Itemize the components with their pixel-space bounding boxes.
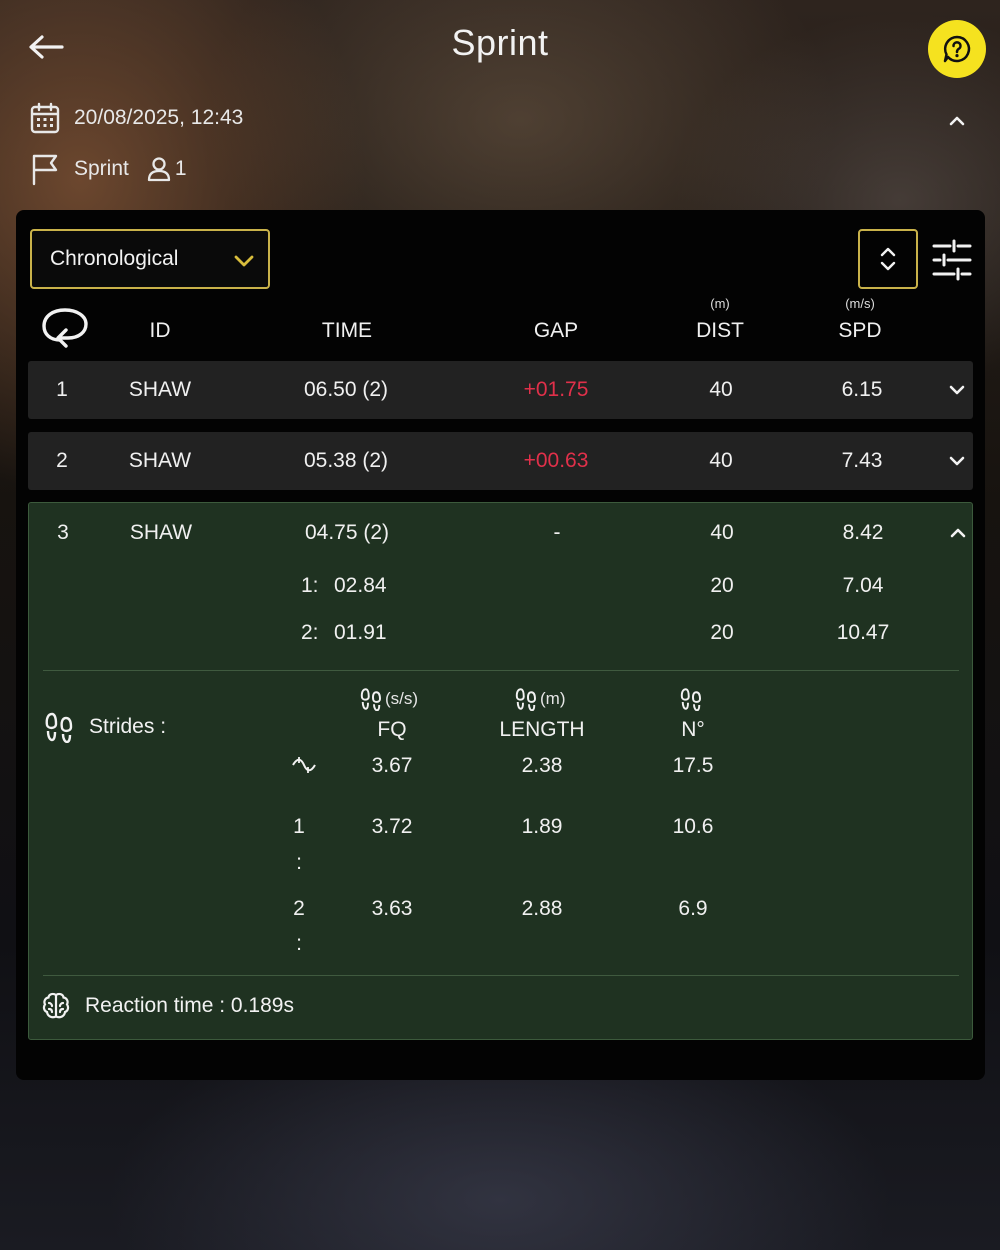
help-chat-button[interactable] bbox=[928, 20, 986, 78]
length-unit-text: (m) bbox=[540, 689, 566, 708]
stride-split-colon: : bbox=[296, 932, 302, 955]
row-time: 06.50 (2) bbox=[303, 378, 389, 401]
chevron-down-icon[interactable] bbox=[946, 379, 968, 401]
session-date-row: 20/08/2025, 12:43 bbox=[30, 102, 243, 134]
length-unit: (m) bbox=[514, 687, 565, 711]
sort-direction-button[interactable] bbox=[858, 229, 918, 289]
row-dist: 40 bbox=[709, 378, 733, 401]
header-time: TIME bbox=[321, 319, 373, 342]
row-number: 2 bbox=[56, 449, 68, 472]
split-spd: 10.47 bbox=[836, 621, 890, 644]
chevron-down-icon[interactable] bbox=[946, 450, 968, 472]
page-title: Sprint bbox=[451, 22, 549, 63]
row-number: 1 bbox=[56, 378, 68, 401]
sort-order-select[interactable]: Chronological bbox=[30, 229, 270, 289]
strides-label-text: Strides : bbox=[89, 715, 167, 738]
chat-question-icon bbox=[941, 33, 973, 65]
split-label: 1: bbox=[301, 574, 319, 597]
reaction-time: Reaction time : 0.189s bbox=[41, 991, 294, 1021]
brain-icon bbox=[41, 991, 71, 1021]
chevron-down-icon bbox=[232, 251, 256, 271]
header-gap: GAP bbox=[533, 319, 579, 342]
row-dist: 40 bbox=[710, 521, 734, 544]
header-spd: SPD bbox=[838, 319, 882, 342]
split-dist: 20 bbox=[710, 621, 734, 644]
row-number: 3 bbox=[57, 521, 69, 544]
strides-header-length: LENGTH bbox=[499, 718, 585, 741]
strides-label: Strides : bbox=[43, 711, 166, 743]
fq-unit-text: (s/s) bbox=[385, 689, 419, 708]
split-spd: 7.04 bbox=[842, 574, 884, 597]
stride-split-colon: : bbox=[296, 851, 302, 874]
filter-settings-button[interactable] bbox=[930, 238, 974, 282]
sliders-icon bbox=[930, 238, 974, 282]
n-unit bbox=[679, 687, 705, 711]
strides-avg-n: 17.5 bbox=[672, 754, 714, 777]
strides-header-fq: FQ bbox=[377, 718, 407, 741]
stride-split-length: 1.89 bbox=[521, 815, 563, 838]
chevron-up-icon bbox=[942, 106, 972, 134]
row-id: SHAW bbox=[128, 449, 192, 472]
footprints-icon bbox=[359, 687, 383, 711]
header-dist: DIST bbox=[696, 319, 744, 342]
strides-avg-length: 2.38 bbox=[521, 754, 563, 777]
chevron-up-icon[interactable] bbox=[947, 522, 969, 544]
strides-avg-fq: 3.67 bbox=[371, 754, 413, 777]
table-row[interactable]: 1 SHAW 06.50 (2) +01.75 40 6.15 bbox=[28, 361, 973, 419]
header-dist-unit: (m) bbox=[710, 296, 730, 311]
row-gap: +00.63 bbox=[523, 449, 589, 472]
header-spd-unit: (m/s) bbox=[845, 296, 875, 311]
header-id: ID bbox=[149, 319, 171, 342]
person-icon bbox=[147, 156, 171, 182]
row-spd: 6.15 bbox=[841, 378, 883, 401]
stride-split-fq: 3.63 bbox=[371, 897, 413, 920]
calendar-icon bbox=[30, 102, 60, 134]
footprints-icon bbox=[514, 687, 538, 711]
collapse-session-button[interactable] bbox=[942, 106, 972, 134]
session-event-row: Sprint 1 bbox=[30, 152, 187, 186]
stride-split-n: 6.9 bbox=[678, 897, 708, 920]
stride-split-label: 1 bbox=[293, 815, 305, 838]
session-datetime: 20/08/2025, 12:43 bbox=[74, 106, 244, 129]
sort-order-value: Chronological bbox=[50, 247, 179, 270]
event-type: Sprint bbox=[74, 157, 129, 180]
divider bbox=[43, 670, 959, 671]
row-spd: 7.43 bbox=[841, 449, 883, 472]
lap-loop-icon bbox=[40, 306, 90, 348]
fq-unit: (s/s) bbox=[359, 687, 418, 711]
reaction-time-text: Reaction time : 0.189s bbox=[85, 994, 294, 1017]
athlete-count: 1 bbox=[174, 157, 187, 180]
stride-split-label: 2 bbox=[293, 897, 305, 920]
split-dist: 20 bbox=[710, 574, 734, 597]
table-row-expanded[interactable]: 3 SHAW 04.75 (2) - 40 8.42 1: 02.84 20 7… bbox=[28, 502, 973, 1040]
sort-updown-icon bbox=[877, 244, 899, 274]
row-gap: - bbox=[553, 521, 561, 544]
footprints-icon bbox=[679, 687, 703, 711]
divider bbox=[43, 975, 959, 976]
stride-split-length: 2.88 bbox=[521, 897, 563, 920]
split-time: 01.91 bbox=[334, 621, 387, 644]
split-label: 2: bbox=[301, 621, 319, 644]
stride-split-n: 10.6 bbox=[672, 815, 714, 838]
average-tilde-icon bbox=[291, 755, 316, 775]
flag-icon bbox=[30, 152, 60, 186]
split-time: 02.84 bbox=[334, 574, 387, 597]
row-id: SHAW bbox=[128, 378, 192, 401]
row-dist: 40 bbox=[709, 449, 733, 472]
strides-header-n: N° bbox=[681, 718, 705, 741]
row-gap: +01.75 bbox=[523, 378, 589, 401]
row-spd: 8.42 bbox=[842, 521, 884, 544]
row-id: SHAW bbox=[129, 521, 193, 544]
table-row[interactable]: 2 SHAW 05.38 (2) +00.63 40 7.43 bbox=[28, 432, 973, 490]
row-time: 05.38 (2) bbox=[303, 449, 389, 472]
stride-split-fq: 3.72 bbox=[371, 815, 413, 838]
footprints-icon bbox=[43, 711, 75, 743]
row-time: 04.75 (2) bbox=[304, 521, 390, 544]
